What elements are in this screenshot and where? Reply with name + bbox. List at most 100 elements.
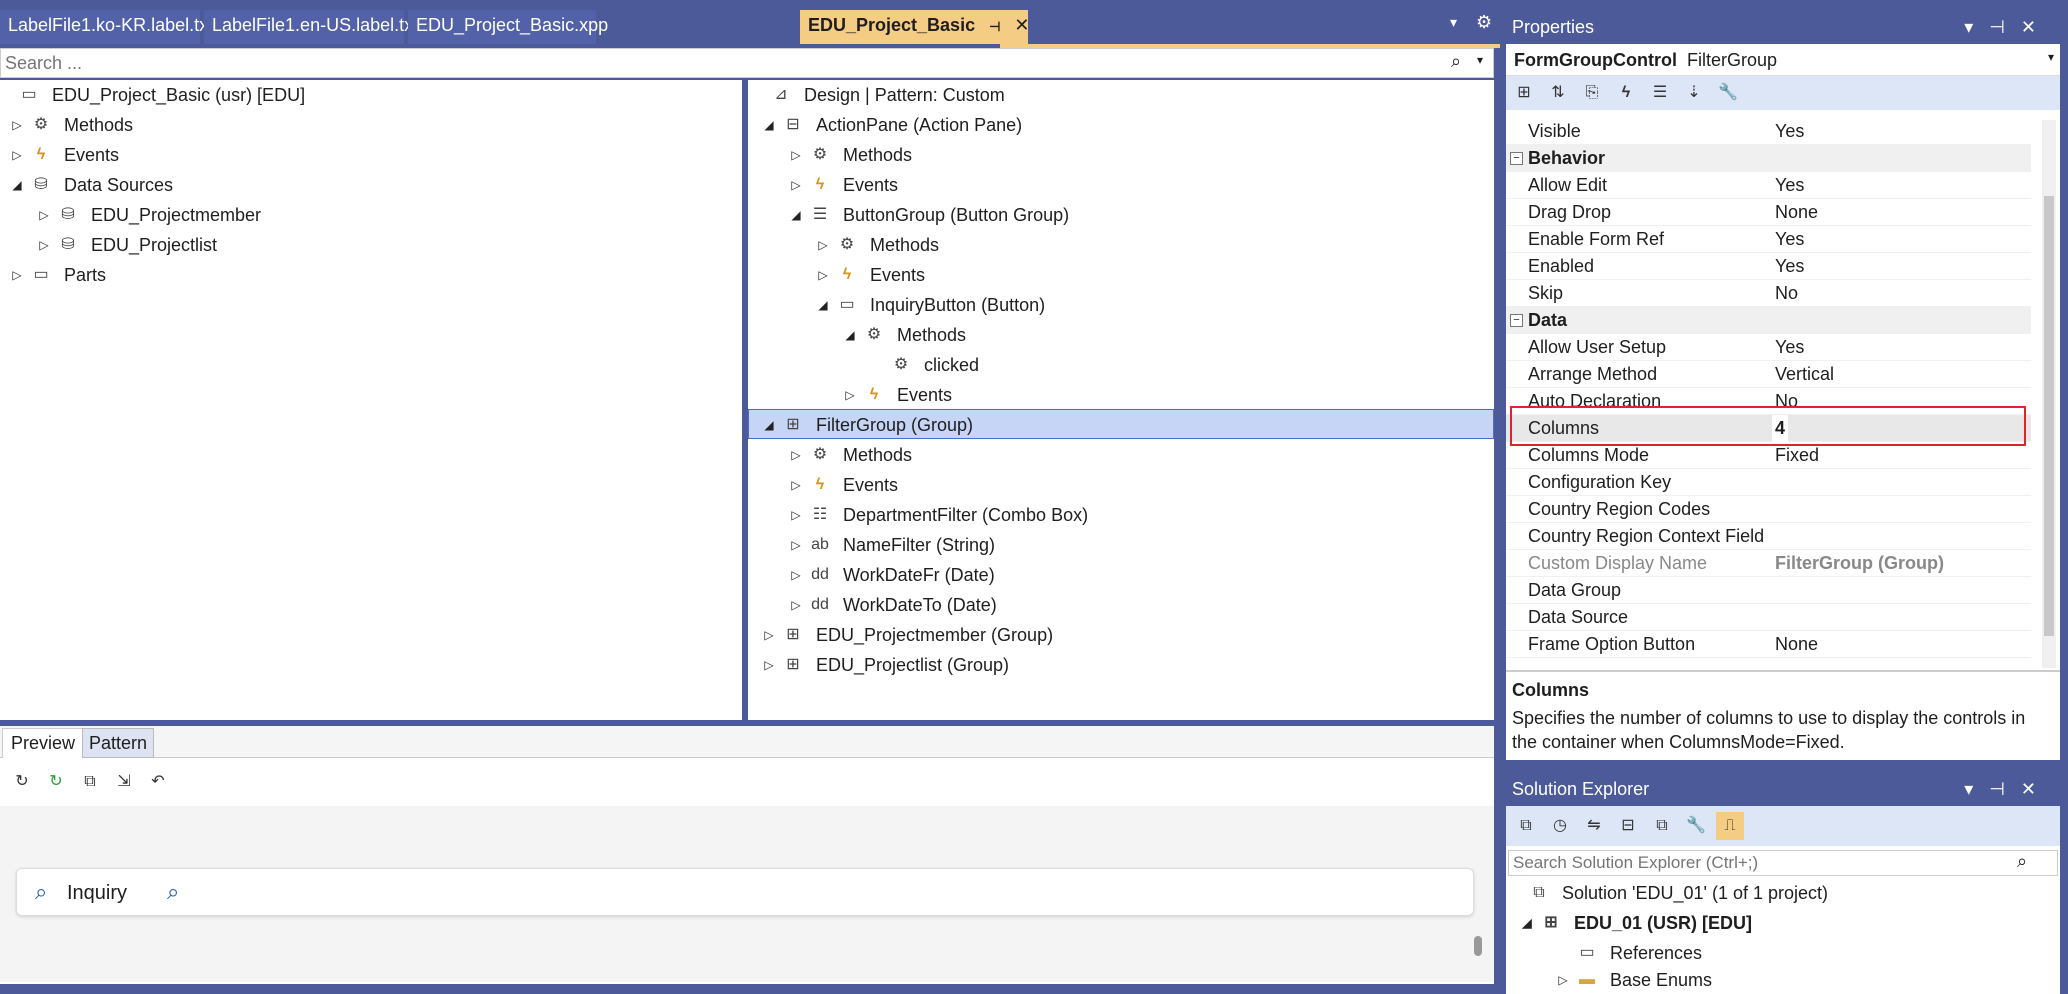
design-node[interactable]: ⊿ Design | Pattern: Custom: [770, 80, 1004, 110]
expand-icon[interactable]: ▷: [789, 478, 803, 492]
events-icon[interactable]: ϟ: [1612, 79, 1640, 107]
projectlist-group-node[interactable]: ▷ ⊞ EDU_Projectlist (Group): [762, 650, 1009, 680]
inquiry-button[interactable]: Inquiry: [67, 882, 127, 905]
prop-row[interactable]: Frame Option Button None: [1506, 631, 2031, 658]
events-node[interactable]: ▷ ϟ Events: [789, 470, 898, 500]
expand-icon[interactable]: ▷: [37, 208, 51, 222]
sync-icon[interactable]: ⇋: [1580, 812, 1608, 840]
expand-icon[interactable]: ▷: [789, 568, 803, 582]
collapse-icon[interactable]: −: [1510, 313, 1523, 327]
wrench-icon[interactable]: 🔧: [1682, 812, 1710, 840]
object-selector[interactable]: FormGroupControl FilterGroup ▾: [1506, 44, 2060, 76]
prop-row[interactable]: Data Group: [1506, 577, 2031, 604]
references-node[interactable]: ▭ References: [1576, 938, 1702, 968]
expand-icon[interactable]: ▷: [789, 448, 803, 462]
project-node[interactable]: ◢ ⊞ EDU_01 (USR) [EDU]: [1520, 908, 1752, 938]
sort-icon[interactable]: ☰: [1646, 79, 1674, 107]
expand-icon[interactable]: ▷: [789, 178, 803, 192]
collapse-icon[interactable]: ◢: [843, 328, 857, 342]
tree-node-root[interactable]: ▭ EDU_Project_Basic (usr) [EDU]: [18, 80, 305, 110]
preview-icon[interactable]: ⎍: [1716, 812, 1744, 840]
prop-row[interactable]: Enable Form Ref Yes: [1506, 226, 2031, 253]
tab-edu-project-basic[interactable]: EDU_Project_Basic ⊣ ✕: [800, 10, 1030, 44]
methods-node[interactable]: ◢ ⚙ Methods: [843, 320, 966, 350]
refresh-icon[interactable]: ↻: [8, 768, 36, 796]
expand-icon[interactable]: ▷: [789, 598, 803, 612]
property-grid-scrollbar[interactable]: [2042, 120, 2056, 668]
tab-labelfile-ko[interactable]: LabelFile1.ko-KR.label.txt⊣: [0, 10, 238, 44]
expand-icon[interactable]: ▷: [10, 148, 24, 162]
tab-labelfile-en[interactable]: LabelFile1.en-US.label.txt⊣: [204, 10, 443, 44]
prop-row[interactable]: Enabled Yes: [1506, 253, 2031, 280]
expand-icon[interactable]: ▷: [10, 118, 24, 132]
department-filter-node[interactable]: ▷ ☷ DepartmentFilter (Combo Box): [789, 500, 1088, 530]
name-filter-node[interactable]: ▷ ab NameFilter (String): [789, 530, 995, 560]
filter-group-node[interactable]: ◢ ⊞ FilterGroup (Group): [762, 410, 973, 440]
prop-row[interactable]: Country Region Context Field: [1506, 523, 2031, 550]
prop-row[interactable]: Custom Display Name FilterGroup (Group): [1506, 550, 2031, 577]
tree-node-projectmember[interactable]: ▷ ⛁ EDU_Projectmember: [37, 200, 261, 230]
methods-node[interactable]: ▷ ⚙ Methods: [789, 440, 912, 470]
prop-row[interactable]: Allow Edit Yes: [1506, 172, 2031, 199]
collapse-icon[interactable]: ◢: [10, 178, 24, 192]
tree-node-parts[interactable]: ▷ ▭ Parts: [10, 260, 106, 290]
collapse-icon[interactable]: ◢: [789, 208, 803, 222]
prop-row[interactable]: Allow User Setup Yes: [1506, 334, 2031, 361]
wrench-icon[interactable]: 🔧: [1714, 79, 1742, 107]
collapse-icon[interactable]: ◢: [1520, 916, 1534, 930]
methods-node[interactable]: ▷ ⚙ Methods: [816, 230, 939, 260]
expand-icon[interactable]: ▷: [843, 388, 857, 402]
collapse-all-icon[interactable]: ⊟: [1614, 812, 1642, 840]
events-node[interactable]: ▷ ϟ Events: [816, 260, 925, 290]
scrollbar-thumb[interactable]: [2044, 196, 2054, 636]
refresh-all-icon[interactable]: ↻: [42, 768, 70, 796]
prop-row[interactable]: Data Source: [1506, 604, 2031, 631]
dropdown-icon[interactable]: ▾: [1450, 14, 1457, 31]
categorized-icon[interactable]: ⊞: [1510, 79, 1538, 107]
solution-node[interactable]: ⧉ Solution 'EDU_01' (1 of 1 project): [1528, 878, 1828, 908]
window-controls[interactable]: ▾⊣✕: [1964, 779, 2052, 800]
tab-xpp[interactable]: EDU_Project_Basic.xpp: [408, 10, 608, 44]
events-node[interactable]: ▷ ϟ Events: [843, 380, 952, 410]
tree-node-projectlist[interactable]: ▷ ⛁ EDU_Projectlist: [37, 230, 217, 260]
export-icon[interactable]: ⇲: [110, 768, 138, 796]
inquiry-button-node[interactable]: ◢ ▭ InquiryButton (Button): [816, 290, 1045, 320]
prop-row[interactable]: Columns Mode Fixed: [1506, 442, 2031, 469]
chevron-down-icon[interactable]: ▾: [2048, 50, 2054, 64]
close-icon[interactable]: ✕: [1014, 15, 1029, 35]
workdateto-node[interactable]: ▷ dd WorkDateTo (Date): [789, 590, 996, 620]
prop-row[interactable]: Skip No: [1506, 280, 2031, 307]
prop-row[interactable]: Drag Drop None: [1506, 199, 2031, 226]
collapse-icon[interactable]: ◢: [762, 418, 776, 432]
preview-scrollbar[interactable]: [1474, 936, 1482, 956]
button-group-node[interactable]: ◢ ☰ ButtonGroup (Button Group): [789, 200, 1069, 230]
vs-icon[interactable]: ⧉: [1512, 812, 1540, 840]
alphabetical-icon[interactable]: ⇅: [1544, 79, 1572, 107]
tab-preview[interactable]: Preview: [2, 728, 85, 758]
undo-icon[interactable]: ↶: [144, 768, 172, 796]
workdatefr-node[interactable]: ▷ dd WorkDateFr (Date): [789, 560, 994, 590]
expand-icon[interactable]: ▷: [37, 238, 51, 252]
pin-icon[interactable]: ⊣: [989, 19, 1000, 34]
search-input[interactable]: [5, 52, 1405, 74]
expand-icon[interactable]: ▷: [762, 658, 776, 672]
window-controls[interactable]: ▾⊣✕: [1964, 17, 2052, 38]
methods-node[interactable]: ▷ ⚙ Methods: [789, 140, 912, 170]
tree-node-methods[interactable]: ▷ ⚙ Methods: [10, 110, 133, 140]
base-enums-node[interactable]: ▷ ▬ Base Enums: [1556, 966, 1712, 994]
expand-icon[interactable]: ▷: [816, 238, 830, 252]
expand-icon[interactable]: ▷: [789, 538, 803, 552]
category-data[interactable]: − Data: [1506, 307, 2031, 334]
category-behavior[interactable]: − Behavior: [1506, 145, 2031, 172]
solution-search-input[interactable]: [1513, 853, 1993, 873]
collapse-icon[interactable]: −: [1510, 151, 1523, 165]
expand-icon[interactable]: ▷: [1556, 973, 1570, 987]
action-pane-node[interactable]: ◢ ⊟ ActionPane (Action Pane): [762, 110, 1022, 140]
collapse-icon[interactable]: ◢: [762, 118, 776, 132]
open-window-icon[interactable]: ⧉: [76, 768, 104, 796]
expand-icon[interactable]: ▷: [789, 148, 803, 162]
search-icon[interactable]: ⌕: [167, 879, 179, 905]
clicked-method-node[interactable]: ⚙ clicked: [890, 350, 979, 380]
inquiry-search-icon[interactable]: ⌕: [35, 879, 47, 905]
history-icon[interactable]: ◷: [1546, 812, 1574, 840]
